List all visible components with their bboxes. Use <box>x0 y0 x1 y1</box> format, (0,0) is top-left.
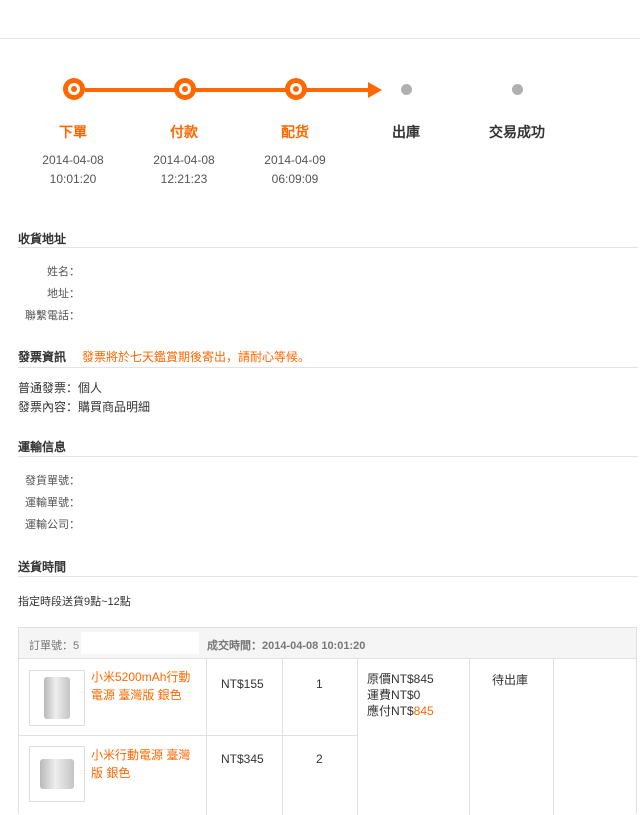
col-divider <box>206 659 207 815</box>
step-done-icon <box>285 78 307 100</box>
carrier-label: 運輸公司： <box>25 519 80 531</box>
step-done-icon <box>174 78 196 100</box>
product-thumbnail[interactable] <box>29 670 85 726</box>
col-divider <box>357 659 358 815</box>
section-divider <box>18 456 638 457</box>
dispatch-no-label: 發貨單號： <box>25 475 80 487</box>
payable-label: 應付NT$ <box>367 704 414 718</box>
invoice-notice: 發票將於七天鑑賞期後寄出，請耐心等候。 <box>82 350 311 364</box>
step-label-payment: 付款 <box>170 124 198 140</box>
product-name-link[interactable]: 小米行動電源 臺灣版 銀色 <box>91 746 191 782</box>
step-label-order: 下單 <box>59 124 87 140</box>
shipping-title: 運輸信息 <box>18 440 67 454</box>
address-title: 收貨地址 <box>18 232 67 246</box>
step-time-payment: 2014-04-08 12:21:23 <box>129 151 239 189</box>
name-label: 姓名： <box>47 266 80 278</box>
order-status: 待出庫 <box>492 673 529 687</box>
item-price: NT$155 <box>221 677 264 691</box>
order-header: 訂單號：5 成交時間：2014-04-08 10:01:20 <box>19 628 636 659</box>
order-number-mask <box>81 632 199 654</box>
step-label-outbound: 出庫 <box>392 124 420 140</box>
item-qty: 2 <box>316 752 323 766</box>
step-label-complete: 交易成功 <box>489 124 545 140</box>
invoice-title: 發票資訊 <box>18 350 67 364</box>
item-qty: 1 <box>316 677 323 691</box>
step-date: 2014-04-09 <box>264 153 326 167</box>
col-divider <box>469 659 470 815</box>
order-progress: 下單 付款 配货 出庫 交易成功 2014-04-08 10:01:20 201… <box>0 60 640 200</box>
step-clock: 12:21:23 <box>160 172 208 186</box>
step-date: 2014-04-08 <box>42 153 104 167</box>
col-divider <box>553 659 554 815</box>
payable-value: 845 <box>413 704 434 718</box>
progress-line <box>85 88 369 92</box>
step-date: 2014-04-08 <box>153 153 215 167</box>
payable-amount: 應付NT$845 <box>367 703 434 719</box>
step-time-order: 2014-04-08 10:01:20 <box>18 151 128 189</box>
tracking-no-label: 運輸單號： <box>25 497 80 509</box>
step-pending-icon <box>512 84 523 95</box>
original-price: 原價NT$845 <box>367 672 434 686</box>
row-divider <box>19 735 357 736</box>
step-clock: 10:01:20 <box>49 172 97 186</box>
invoice-type: 普通發票：個人 <box>18 381 103 395</box>
product-name-link[interactable]: 小米5200mAh行動電源 臺灣版 銀色 <box>91 668 191 704</box>
product-thumbnail[interactable] <box>29 746 85 802</box>
section-divider <box>18 247 638 248</box>
delivery-time-text: 指定時段送貨9點~12點 <box>18 596 131 608</box>
phone-label: 聯繫電話： <box>25 310 80 322</box>
col-divider <box>282 659 283 815</box>
order-table: 訂單號：5 成交時間：2014-04-08 10:01:20 小米5200mAh… <box>18 627 637 815</box>
step-clock: 06:09:09 <box>271 172 319 186</box>
step-time-allocation: 2014-04-09 06:09:09 <box>240 151 350 189</box>
step-pending-icon <box>401 84 412 95</box>
header-divider <box>0 38 640 39</box>
step-done-icon <box>63 78 85 100</box>
section-divider <box>18 367 638 368</box>
item-price: NT$345 <box>221 752 264 766</box>
shipping-fee: 運費NT$0 <box>367 688 421 702</box>
invoice-content: 發票內容：購買商品明細 <box>18 400 151 414</box>
deal-time: 成交時間：2014-04-08 10:01:20 <box>207 640 366 652</box>
delivery-title: 送貨時間 <box>18 560 67 574</box>
step-label-allocation: 配货 <box>281 124 309 140</box>
progress-arrow-icon <box>368 82 382 98</box>
address-label: 地址： <box>47 288 80 300</box>
section-divider <box>18 576 638 577</box>
order-number: 訂單號：5 <box>29 640 80 652</box>
order-totals: 原價NT$845 運費NT$0 應付NT$845 <box>367 671 434 719</box>
